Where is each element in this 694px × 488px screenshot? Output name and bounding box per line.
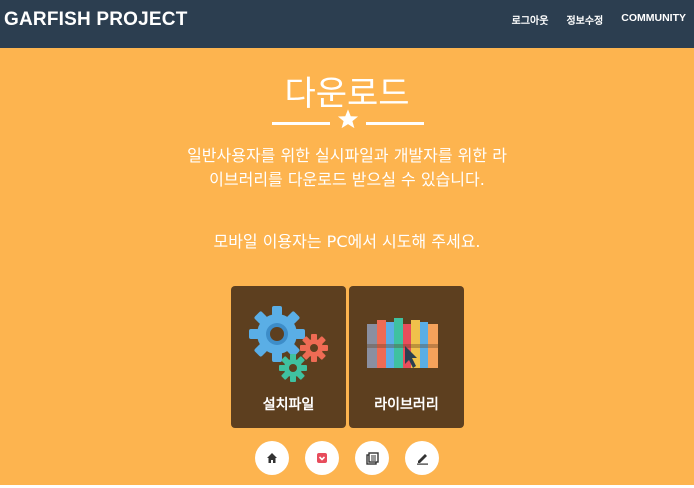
top-navbar: GARFISH PROJECT 로그아웃 정보수정 COMMUNITY <box>0 0 694 48</box>
star-divider <box>272 108 424 130</box>
brand-logo[interactable]: GARFISH PROJECT <box>4 9 188 31</box>
divider-line-right <box>366 122 424 125</box>
mobile-note: 모바일 이용자는 PC에서 시도해 주세요. <box>213 232 481 251</box>
nav-link-community[interactable]: COMMUNITY <box>621 12 686 27</box>
nav-links: 로그아웃 정보수정 COMMUNITY <box>512 12 686 27</box>
library-card[interactable]: 라이브러리 <box>349 286 464 428</box>
pocket-button[interactable] <box>305 441 339 475</box>
download-description: 일반사용자를 위한 실시파일과 개발자를 위한 라이브러리를 다운로드 받으실 … <box>187 146 507 189</box>
edit-button[interactable] <box>405 441 439 475</box>
library-icon <box>365 451 379 465</box>
pocket-icon <box>317 453 327 463</box>
install-file-card[interactable]: 설치파일 <box>231 286 346 428</box>
nav-link-edit-profile[interactable]: 정보수정 <box>566 12 603 27</box>
star-icon <box>337 109 359 129</box>
home-icon <box>267 453 277 463</box>
install-file-label: 설치파일 <box>262 397 315 413</box>
edit-icon <box>416 453 428 465</box>
library-label: 라이브러리 <box>374 397 439 413</box>
nav-link-logout[interactable]: 로그아웃 <box>512 12 549 27</box>
home-button[interactable] <box>255 441 289 475</box>
gears-icon <box>249 306 328 382</box>
library-button[interactable] <box>355 441 389 475</box>
divider-line-left <box>272 122 330 125</box>
books-icon <box>365 318 440 368</box>
